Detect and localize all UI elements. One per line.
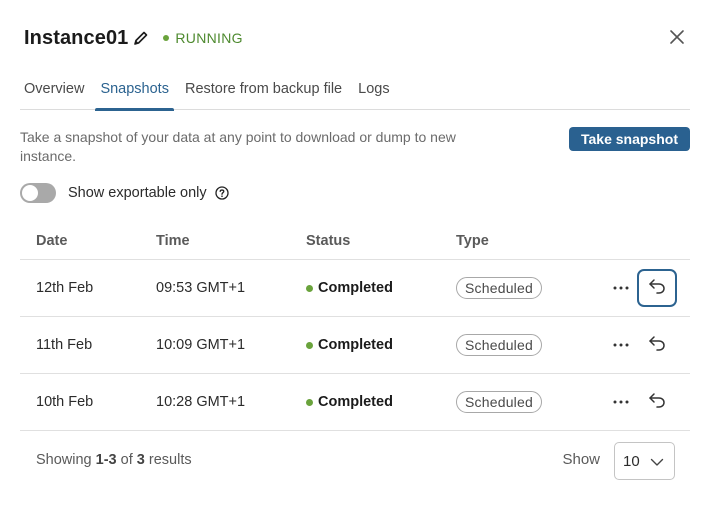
status-badge: RUNNING — [163, 30, 243, 46]
undo-arrow-icon — [647, 334, 667, 356]
column-header-status: Status — [306, 232, 351, 249]
showing-prefix: Showing — [36, 452, 92, 468]
column-header-type: Type — [456, 232, 489, 249]
of-text: of — [120, 452, 133, 468]
pagination: Showing 1-3 of 3 results Show 10 — [20, 442, 690, 480]
tab-restore-from-backup-file[interactable]: Restore from backup file — [181, 72, 346, 110]
row-status: Completed — [306, 394, 393, 410]
column-header-date: Date — [36, 232, 68, 249]
results-total: 3 — [136, 452, 145, 468]
row-date: 10th Feb — [36, 394, 94, 410]
close-icon[interactable] — [668, 28, 686, 46]
row-time: 10:28 GMT+1 — [156, 394, 246, 410]
page-size-select[interactable]: 10 — [614, 442, 675, 480]
chevron-down-icon — [650, 455, 664, 469]
results-suffix: results — [148, 452, 192, 468]
toggle-knob — [22, 185, 38, 201]
more-horizontal-icon[interactable] — [610, 391, 632, 413]
row-time: 09:53 GMT+1 — [156, 280, 246, 296]
more-horizontal-icon[interactable] — [610, 334, 632, 356]
restore-button[interactable] — [637, 269, 677, 307]
snapshots-table: Date Time Status Type 12th Feb 09:53 GMT… — [20, 222, 690, 431]
toggle-label: Show exportable only — [68, 185, 207, 201]
row-time: 10:09 GMT+1 — [156, 337, 246, 353]
page-size-value: 10 — [623, 452, 640, 470]
restore-button[interactable] — [637, 383, 677, 421]
type-badge: Scheduled — [456, 391, 542, 413]
exportable-toggle-row: Show exportable only — [20, 182, 229, 204]
undo-arrow-icon — [647, 277, 667, 299]
status-dot — [306, 398, 313, 406]
page-size-label: Show — [562, 451, 600, 468]
snapshots-description: Take a snapshot of your data at any poin… — [20, 129, 456, 164]
row-status-text: Completed — [318, 337, 393, 353]
row-status-text: Completed — [318, 394, 393, 410]
status-dot — [306, 284, 313, 292]
tab-logs[interactable]: Logs — [354, 72, 393, 110]
status-dot — [306, 341, 313, 349]
show-exportable-toggle[interactable] — [20, 183, 56, 203]
row-type: Scheduled — [456, 277, 542, 299]
row-status: Completed — [306, 337, 393, 353]
column-header-time: Time — [156, 232, 190, 249]
status-dot — [163, 35, 170, 41]
row-date: 12th Feb — [36, 280, 94, 296]
table-row: 12th Feb 09:53 GMT+1 Completed Scheduled — [20, 260, 690, 317]
row-status: Completed — [306, 280, 393, 296]
tab-overview[interactable]: Overview — [20, 72, 88, 110]
undo-arrow-icon — [647, 391, 667, 413]
results-summary: Showing 1-3 of 3 results — [36, 452, 192, 468]
row-type: Scheduled — [456, 391, 542, 413]
table-header: Date Time Status Type — [20, 222, 690, 260]
table-row: 10th Feb 10:28 GMT+1 Completed Scheduled — [20, 374, 690, 431]
type-badge: Scheduled — [456, 334, 542, 356]
pencil-icon[interactable] — [133, 30, 149, 46]
results-range: 1-3 — [95, 452, 117, 468]
instance-title: Instance01 — [24, 26, 129, 49]
tab-bar: Overview Snapshots Restore from backup f… — [20, 72, 690, 111]
type-badge: Scheduled — [456, 277, 542, 299]
tab-snapshots[interactable]: Snapshots — [95, 72, 174, 111]
row-status-text: Completed — [318, 280, 393, 296]
row-date: 11th Feb — [36, 337, 93, 353]
question-circle-icon[interactable] — [215, 186, 229, 200]
table-row: 11th Feb 10:09 GMT+1 Completed Scheduled — [20, 317, 690, 374]
more-horizontal-icon[interactable] — [610, 277, 632, 299]
header: Instance01 RUNNING — [24, 24, 243, 52]
take-snapshot-button[interactable]: Take snapshot — [569, 127, 690, 151]
row-type: Scheduled — [456, 334, 542, 356]
restore-button[interactable] — [637, 326, 677, 364]
status-text: RUNNING — [175, 30, 243, 46]
